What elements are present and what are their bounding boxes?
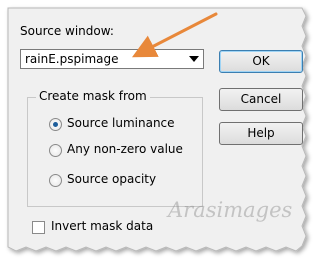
annotation-arrow-icon [131,12,218,58]
